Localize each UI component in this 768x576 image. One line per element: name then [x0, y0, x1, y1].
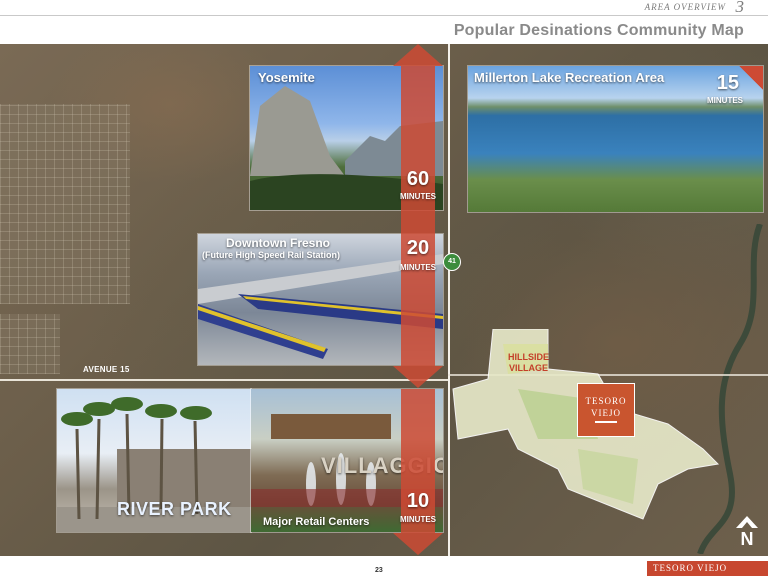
travel-time-number: 15: [716, 72, 739, 94]
travel-time-number: 10: [406, 490, 430, 512]
travel-time-unit: MINUTES: [400, 515, 436, 524]
page-title: Popular Desinations Community Map: [453, 22, 744, 39]
travel-arrow: [393, 44, 443, 388]
farmland-grid: [0, 314, 60, 374]
section-number: 3: [735, 0, 745, 16]
header-rule: [0, 15, 768, 16]
river-park-sign: RIVER PARK: [117, 499, 232, 519]
footer-brand: TESORO VIEJO: [647, 561, 768, 576]
travel-time-number: 60: [406, 168, 430, 190]
logo-wave-icon: [595, 421, 617, 423]
aerial-map: AVENUE 15 41 HILLSIDE VILLAGE TESORO VIE…: [0, 44, 768, 556]
travel-time-unit: MINUTES: [400, 263, 436, 272]
corner-accent: [739, 66, 763, 90]
destination-subtitle: (Future High Speed Rail Station): [202, 250, 341, 260]
travel-arrow: [393, 389, 443, 555]
travel-time-unit: MINUTES: [400, 192, 436, 201]
farmland-grid: [0, 104, 130, 304]
logo-text-line2: VIEJO: [591, 408, 621, 418]
destination-title: Yosemite: [258, 70, 315, 85]
logo-text-line1: TESORO: [585, 396, 627, 406]
road-label: AVENUE 15: [83, 365, 130, 374]
travel-time-number: 20: [406, 237, 430, 259]
destination-title: Downtown Fresno: [226, 236, 330, 250]
section-label: AREA OVERVIEW: [644, 2, 726, 12]
destination-title: Millerton Lake Recreation Area: [474, 70, 665, 85]
page-header: AREA OVERVIEW 3 Popular Desinations Comm…: [0, 0, 768, 44]
destination-title: Major Retail Centers: [263, 516, 370, 528]
avenue-road: [0, 379, 448, 381]
hillside-village-label: HILLSIDE VILLAGE: [508, 352, 550, 373]
page-number: 23: [375, 567, 383, 574]
north-arrow-icon: N: [736, 516, 758, 550]
travel-time-unit: MINUTES: [707, 96, 743, 105]
highway-shield: 41: [443, 253, 461, 271]
north-label: N: [740, 529, 754, 549]
river-park-photo: RIVER PARK: [57, 389, 251, 532]
millerton-lake-photo: Millerton Lake Recreation Area 15 MINUTE…: [468, 66, 763, 212]
tesoro-viejo-logo: TESORO VIEJO: [577, 383, 635, 437]
